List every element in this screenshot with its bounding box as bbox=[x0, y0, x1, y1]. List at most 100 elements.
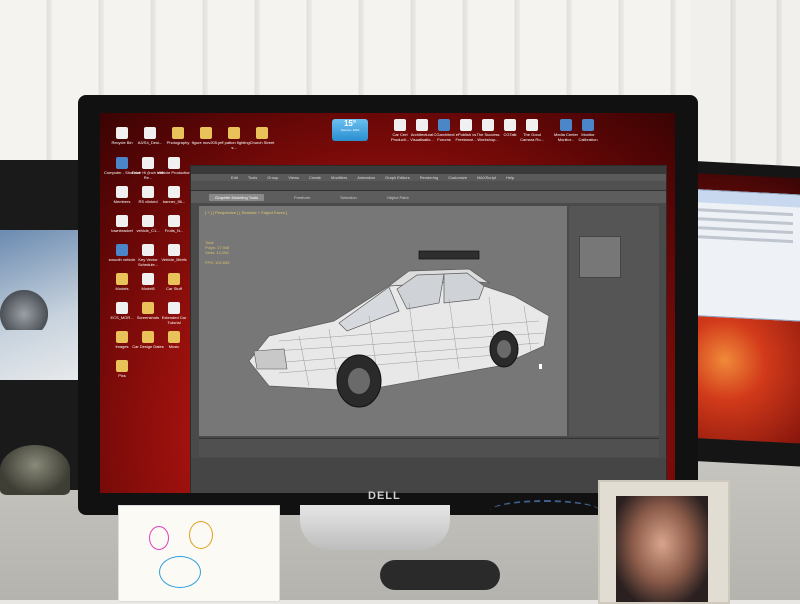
menu-item[interactable]: MAXScript bbox=[477, 175, 496, 180]
doc-icon bbox=[142, 186, 154, 198]
menu-item[interactable]: Rendering bbox=[420, 175, 438, 180]
desktop-icon-label: Car Stuff bbox=[166, 286, 182, 291]
folder-icon bbox=[142, 331, 154, 343]
desktop-icon-label: Car Cert Producti... bbox=[390, 132, 409, 142]
right-monitor-window bbox=[683, 188, 800, 322]
folder-icon bbox=[168, 331, 180, 343]
desktop-icon-label: Fruits_N... bbox=[164, 228, 184, 233]
doc-icon bbox=[168, 215, 180, 227]
stat-line: FPS: 102.835 bbox=[205, 260, 230, 265]
coiled-cable bbox=[490, 500, 600, 522]
3dsmax-window[interactable]: Edit Tools Group Views Create Modifiers Animat… bbox=[190, 165, 667, 493]
mouse-cursor bbox=[539, 364, 542, 369]
monitor-brand-logo: DELL bbox=[368, 490, 401, 502]
folder-icon bbox=[116, 273, 128, 285]
stat-line: Verts: 12,256 bbox=[205, 250, 229, 255]
timeline-slider[interactable] bbox=[199, 438, 659, 457]
desktop-screen: 15° Taunton, ENG Recycle Bin A3/S4_Desi..… bbox=[100, 113, 675, 493]
desktop-icon[interactable]: Media Center Monitor... bbox=[554, 119, 578, 142]
desktop-icon[interactable]: Vehicle Production bbox=[156, 157, 192, 175]
desktop-icon-label: CGarchitect Forums bbox=[433, 132, 455, 142]
menu-item[interactable]: Group bbox=[267, 175, 278, 180]
menu-item[interactable]: Modifiers bbox=[331, 175, 347, 180]
ribbon-tab[interactable]: Freeform bbox=[294, 195, 310, 200]
police-car-wireframe-model[interactable] bbox=[239, 241, 559, 421]
desktop-icon[interactable]: Fruits_N... bbox=[156, 215, 192, 233]
weather-widget[interactable]: 15° Taunton, ENG bbox=[332, 119, 368, 141]
folder-icon bbox=[116, 331, 128, 343]
desktop-icon[interactable]: CGTalk bbox=[498, 119, 522, 137]
doc-icon bbox=[168, 157, 180, 169]
perspective-viewport[interactable]: [ + ] [ Perspective ] [ Realistic + Edge… bbox=[199, 206, 567, 436]
app-menubar: Edit Tools Group Views Create Modifiers Animat… bbox=[191, 174, 666, 181]
desktop-icon-label: Music bbox=[168, 344, 180, 349]
doc-icon bbox=[394, 119, 406, 131]
doc-icon bbox=[504, 119, 516, 131]
monitor-stand bbox=[300, 505, 450, 550]
doc-icon bbox=[116, 127, 128, 139]
desktop-icon[interactable]: banner_96... bbox=[156, 186, 192, 204]
viewport-label[interactable]: [ + ] [ Perspective ] [ Realistic + Edge… bbox=[205, 210, 287, 215]
menu-item[interactable]: Tools bbox=[248, 175, 257, 180]
desktop-icon-label: Pics bbox=[118, 373, 126, 378]
doc-icon bbox=[142, 215, 154, 227]
folder-icon bbox=[200, 127, 212, 139]
menu-item[interactable]: Create bbox=[309, 175, 321, 180]
doc-icon bbox=[460, 119, 472, 131]
app-icon bbox=[116, 244, 128, 256]
desktop-icon[interactable]: Pics bbox=[104, 360, 140, 378]
desktop-icon[interactable]: Church Street bbox=[244, 127, 280, 145]
ribbon-tab[interactable]: Object Paint bbox=[387, 195, 409, 200]
doc-icon bbox=[142, 244, 154, 256]
folder-icon bbox=[168, 273, 180, 285]
app-icon bbox=[438, 119, 450, 131]
command-panel[interactable] bbox=[569, 206, 659, 436]
doc-icon bbox=[116, 186, 128, 198]
app-icon bbox=[560, 119, 572, 131]
portrait-photo bbox=[616, 496, 708, 602]
front-grille bbox=[253, 348, 288, 370]
desktop-icon[interactable]: Extended Car Tutorial bbox=[156, 302, 192, 325]
weather-location: Taunton, ENG bbox=[340, 128, 360, 132]
desktop-icon[interactable]: Architectural Visualisatio... bbox=[410, 119, 434, 142]
desktop-icon-label: Extended Car Tutorial bbox=[161, 315, 187, 325]
menu-item[interactable]: Graph Editors bbox=[385, 175, 410, 180]
desktop-icon-label: Church Street bbox=[249, 140, 275, 145]
app-titlebar[interactable] bbox=[191, 166, 666, 174]
menu-item[interactable]: Help bbox=[506, 175, 514, 180]
ribbon-tab[interactable]: Graphite Modeling Tools bbox=[209, 193, 265, 201]
desktop-icon[interactable]: Music bbox=[156, 331, 192, 349]
main-toolbar[interactable] bbox=[191, 181, 666, 191]
desktop-icon-label: Vehicle_Briefs bbox=[161, 257, 187, 262]
folder-icon bbox=[116, 360, 128, 372]
doc-icon bbox=[168, 244, 180, 256]
menu-item[interactable]: Customize bbox=[448, 175, 467, 180]
desktop-icon[interactable]: Car Cert Producti... bbox=[388, 119, 412, 142]
doc-icon bbox=[482, 119, 494, 131]
desktop-icon[interactable]: CGarchitect Forums bbox=[432, 119, 456, 142]
menu-item[interactable]: Edit bbox=[231, 175, 238, 180]
doc-icon bbox=[168, 302, 180, 314]
desktop-icon[interactable]: ePublish vs Freelance... bbox=[454, 119, 478, 142]
left-monitor-car-image bbox=[0, 290, 48, 330]
folder-icon bbox=[228, 127, 240, 139]
doc-icon bbox=[142, 157, 154, 169]
eyeglasses bbox=[380, 560, 500, 590]
status-bar bbox=[191, 458, 666, 493]
desktop-icon-label: banner_96... bbox=[162, 199, 186, 204]
desktop-icon[interactable]: Monitor Calibration bbox=[576, 119, 600, 142]
desktop-icon[interactable]: The Success Workshop... bbox=[476, 119, 500, 142]
photo-frame bbox=[598, 480, 730, 604]
weather-temperature: 15° bbox=[343, 119, 357, 128]
desk-lamp bbox=[0, 445, 70, 495]
desktop-icon[interactable]: Vehicle_Briefs bbox=[156, 244, 192, 262]
menu-item[interactable]: Views bbox=[288, 175, 299, 180]
desktop-icon[interactable]: The Good Camara Ro... bbox=[520, 119, 544, 142]
app-icon bbox=[582, 119, 594, 131]
ribbon-tab[interactable]: Selection bbox=[340, 195, 356, 200]
desktop-icon-label: Monitor Calibration bbox=[578, 132, 598, 142]
menu-item[interactable]: Animation bbox=[357, 175, 375, 180]
doc-icon bbox=[142, 273, 154, 285]
doc-icon bbox=[526, 119, 538, 131]
desktop-icon[interactable]: Car Stuff bbox=[156, 273, 192, 291]
